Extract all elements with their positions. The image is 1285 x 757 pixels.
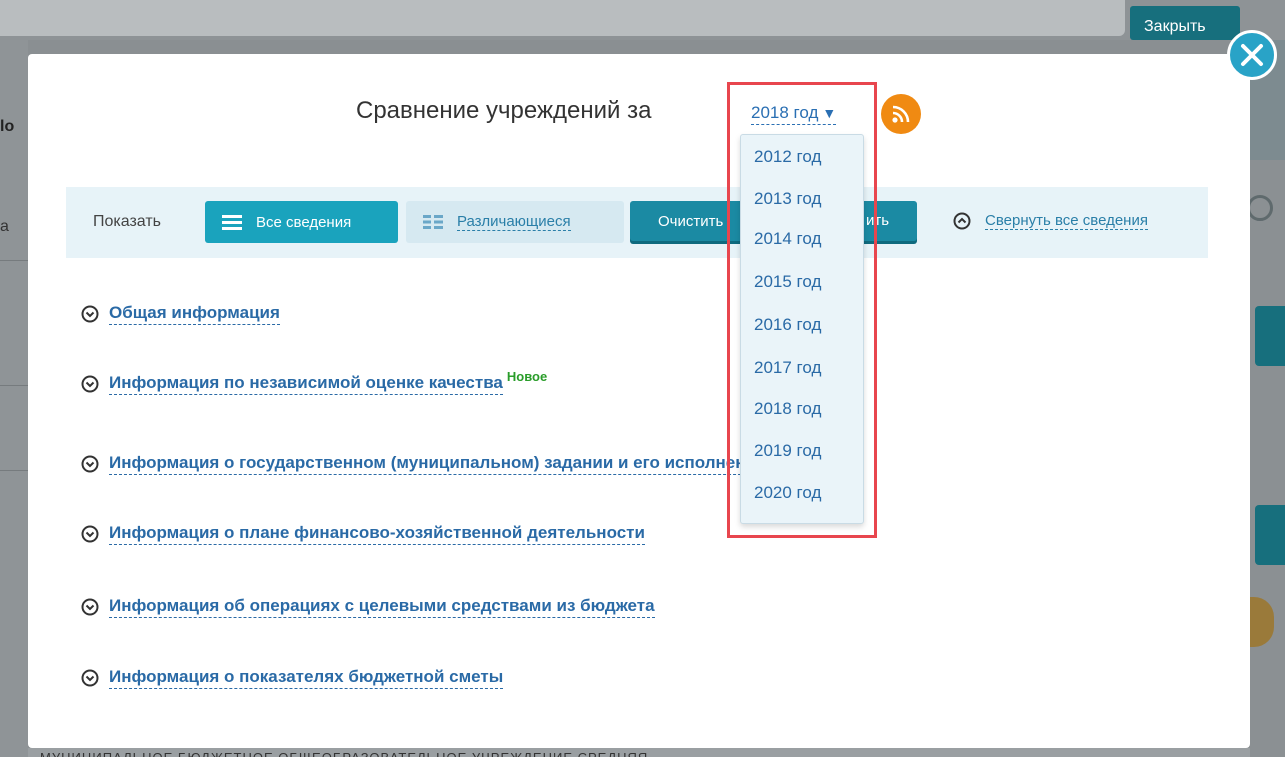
background-divider — [0, 385, 28, 386]
background-left-text: lo — [0, 118, 15, 135]
chevron-down-circle-icon — [81, 305, 99, 323]
differing-button[interactable]: Различающиеся — [406, 201, 624, 243]
all-info-button[interactable]: Все сведения — [205, 201, 398, 243]
chevron-down-circle-icon — [81, 669, 99, 687]
close-x-icon — [1241, 44, 1263, 66]
section-label: Информация об операциях с целевыми средс… — [109, 596, 655, 618]
chevron-down-circle-icon — [81, 375, 99, 393]
section-label: Информация о плане финансово-хозяйственн… — [109, 523, 645, 545]
grid-icon — [423, 215, 443, 229]
background-left-panel: lo a — [0, 40, 28, 757]
section-label: Информация по независимой оценке качеств… — [109, 373, 503, 395]
background-right-tab — [1255, 505, 1285, 565]
highlight-box — [727, 82, 877, 538]
list-icon — [222, 215, 242, 230]
modal-close-button[interactable] — [1227, 30, 1277, 80]
section-label: Информация о показателях бюджетной сметы — [109, 667, 504, 689]
show-label: Показать — [93, 213, 162, 230]
new-badge: Новое — [506, 368, 548, 384]
section-label: Общая информация — [109, 303, 280, 325]
clear-label: Очистить — [658, 212, 724, 230]
section-quality-assessment[interactable]: Информация по независимой оценке качеств… — [81, 369, 547, 395]
background-close-button[interactable]: Закрыть — [1130, 6, 1240, 40]
chevron-up-circle-icon — [953, 212, 971, 230]
collapse-all-label: Свернуть все сведения — [985, 212, 1148, 230]
background-search-bar — [0, 0, 1125, 36]
rss-button[interactable] — [881, 94, 921, 134]
comparison-modal — [28, 54, 1250, 748]
background-bottom-text: МУНИЦИПАЛЬНОЕ БЮДЖЕТНОЕ ОБЩЕОБРАЗОВАТЕЛЬ… — [40, 748, 648, 757]
modal-title: Сравнение учреждений за — [356, 97, 652, 124]
section-state-assignment[interactable]: Информация о государственном (муниципаль… — [81, 453, 767, 475]
chevron-down-circle-icon — [81, 525, 99, 543]
chevron-down-circle-icon — [81, 598, 99, 616]
collapse-all-link[interactable]: Свернуть все сведения — [953, 212, 1148, 230]
section-label: Информация о государственном (муниципаль… — [109, 453, 767, 475]
background-divider — [0, 470, 28, 471]
chevron-down-circle-icon — [81, 455, 99, 473]
section-financial-plan[interactable]: Информация о плане финансово-хозяйственн… — [81, 523, 645, 545]
rss-icon — [892, 105, 910, 123]
background-divider — [0, 260, 28, 261]
background-circle-icon — [1247, 195, 1273, 221]
background-right-tab — [1255, 306, 1285, 366]
differing-label: Различающиеся — [457, 213, 571, 231]
all-info-label: Все сведения — [256, 213, 352, 231]
section-targeted-funds[interactable]: Информация об операциях с целевыми средс… — [81, 596, 655, 618]
section-budget-estimate[interactable]: Информация о показателях бюджетной сметы — [81, 667, 504, 689]
section-general-info[interactable]: Общая информация — [81, 303, 280, 325]
background-left-text: a — [0, 218, 9, 235]
